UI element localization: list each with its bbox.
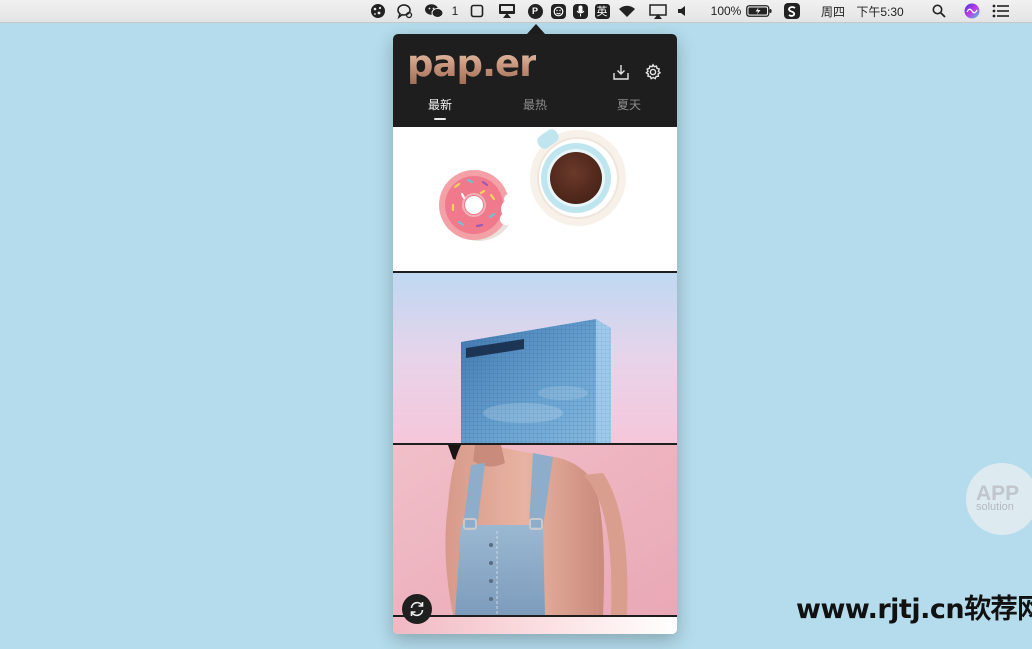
input-method-label: 英 [594,3,610,19]
tab-latest[interactable]: 最新 [415,96,465,113]
volume-icon[interactable] [676,0,690,22]
paper-app-icon[interactable]: P [526,0,544,22]
paper-popover: pap.er 最新 最热 夏天 [393,34,677,634]
input-method-icon[interactable]: 英 [593,0,611,22]
time-label[interactable]: 下午5:30 [848,0,912,22]
window-icon[interactable] [469,0,485,22]
sogou-icon[interactable] [782,0,802,22]
watermark-badge-sub: solution [976,501,1014,513]
tab-summer[interactable]: 夏天 [604,96,654,113]
active-tab-indicator [434,118,446,120]
wechat-icon[interactable] [423,0,445,22]
airplay-display-icon[interactable] [497,0,517,22]
battery-icon[interactable] [745,0,773,22]
wechat-count: 1 [451,4,459,18]
spotlight-icon[interactable] [930,0,948,22]
notification-center-icon[interactable] [990,0,1012,22]
popover-header: pap.er 最新 最热 夏天 [393,34,677,127]
tab-hottest[interactable]: 最热 [510,96,560,113]
download-icon[interactable] [610,61,632,83]
popover-arrow [527,24,545,34]
wallpaper-donut-coffee[interactable] [393,127,677,271]
face-icon[interactable] [549,0,567,22]
chat-bubble-icon[interactable] [395,0,415,22]
refresh-icon[interactable] [402,594,432,624]
wifi-icon[interactable] [617,0,637,22]
watermark-site: www.rjtj.cn软荐网 [796,594,1032,625]
globe-icon[interactable] [369,0,387,22]
paper-app-letter: P [527,3,543,19]
siri-icon[interactable] [962,0,982,22]
microphone-icon[interactable] [571,0,589,22]
wallpaper-pink-gradient[interactable] [393,617,677,634]
battery-percent: 100% [710,4,742,18]
app-logo: pap.er [407,42,537,85]
wallpaper-denim-portrait[interactable] [393,445,677,615]
menu-bar: 1 P 英 100% 周四 下午5:30 [0,0,1032,23]
wallpaper-glass-building[interactable] [393,273,677,443]
gear-icon[interactable] [642,61,664,83]
day-label[interactable]: 周四 [818,0,848,22]
airplay-icon[interactable] [648,0,668,22]
